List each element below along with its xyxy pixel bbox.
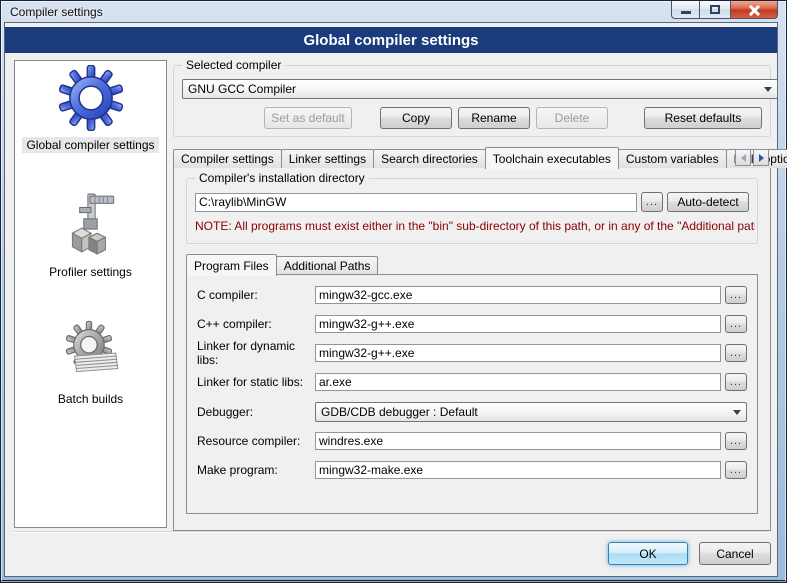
tab-scroll-right-button[interactable] [753, 149, 769, 166]
minimize-icon [681, 11, 691, 14]
installation-note: NOTE: All programs must exist either in … [195, 219, 755, 233]
main-panel: Selected compiler GNU GCC Compiler Set a… [173, 60, 773, 536]
selected-compiler-group: Selected compiler GNU GCC Compiler Set a… [173, 65, 771, 137]
installation-directory-legend: Compiler's installation directory [195, 171, 369, 185]
rename-button[interactable]: Rename [458, 107, 530, 129]
make-program-input[interactable] [315, 461, 721, 479]
reset-defaults-button[interactable]: Reset defaults [644, 107, 762, 129]
window-title: Compiler settings [10, 5, 103, 19]
resource-compiler-input[interactable] [315, 432, 721, 450]
caliper-icon [58, 192, 124, 258]
row-label: Make program: [197, 463, 315, 477]
c-compiler-input[interactable] [315, 286, 721, 304]
close-button[interactable] [731, 1, 778, 19]
chevron-down-icon [728, 404, 745, 420]
tab-custom-variables[interactable]: Custom variables [618, 149, 727, 168]
page-title: Global compiler settings [303, 32, 478, 49]
footer-buttons: OK Cancel [608, 542, 771, 565]
copy-button[interactable]: Copy [380, 107, 452, 129]
row-label: Debugger: [197, 405, 315, 419]
installation-directory-row: ... Auto-detect [195, 192, 749, 212]
chevron-down-icon [759, 81, 776, 97]
tab-linker-settings[interactable]: Linker settings [281, 149, 374, 168]
row-label: Linker for dynamic libs: [197, 339, 315, 367]
compiler-buttons-row: Set as default Copy Rename Delete Reset … [182, 107, 762, 129]
close-icon [748, 4, 760, 16]
tab-program-files[interactable]: Program Files [186, 254, 277, 276]
toolchain-row-c-compiler: C compiler: ... [197, 285, 747, 305]
row-label: Linker for static libs: [197, 375, 315, 389]
toolchain-row-dynamic-linker: Linker for dynamic libs: ... [197, 343, 747, 363]
sidebar-item-global-compiler-settings[interactable]: Global compiler settings [15, 61, 166, 188]
row-label: C compiler: [197, 288, 315, 302]
installation-directory-browse-button[interactable]: ... [641, 192, 663, 212]
tab-scroll-left-button[interactable] [735, 149, 751, 166]
tab-compiler-settings[interactable]: Compiler settings [173, 149, 282, 168]
arrow-right-icon [759, 154, 764, 162]
cpp-compiler-browse-button[interactable]: ... [725, 315, 747, 333]
compiler-settings-dialog: Compiler settings Global compiler settin… [0, 0, 787, 583]
maximize-button[interactable] [700, 1, 731, 19]
row-label: Resource compiler: [197, 434, 315, 448]
minimize-button[interactable] [671, 1, 700, 19]
page-header: Global compiler settings [5, 27, 777, 53]
resource-compiler-browse-button[interactable]: ... [725, 432, 747, 450]
installation-directory-input[interactable] [195, 193, 637, 212]
row-label: C++ compiler: [197, 317, 315, 331]
auto-detect-button[interactable]: Auto-detect [667, 192, 749, 212]
dialog-client-area: Global compiler settings [4, 22, 778, 577]
cpp-compiler-input[interactable] [315, 315, 721, 333]
compiler-select[interactable]: GNU GCC Compiler [182, 79, 778, 99]
tab-toolchain-executables[interactable]: Toolchain executables [485, 147, 619, 169]
settings-tabstrip: Compiler settings Linker settings Search… [173, 147, 733, 168]
make-program-browse-button[interactable]: ... [725, 461, 747, 479]
sidebar-item-label: Batch builds [54, 391, 127, 407]
toolchain-row-cpp-compiler: C++ compiler: ... [197, 314, 747, 334]
maximize-icon [710, 5, 720, 14]
program-files-panel: C compiler: ... C++ compiler: ... Linker… [186, 274, 758, 514]
selected-compiler-legend: Selected compiler [182, 58, 285, 72]
tab-search-directories[interactable]: Search directories [373, 149, 486, 168]
compiler-select-value: GNU GCC Compiler [188, 82, 296, 96]
debugger-select-value: GDB/CDB debugger : Default [321, 405, 478, 419]
delete-button[interactable]: Delete [536, 107, 608, 129]
toolchain-row-debugger: Debugger: GDB/CDB debugger : Default [197, 402, 747, 422]
tab-additional-paths[interactable]: Additional Paths [276, 256, 379, 275]
tab-scroll-buttons [733, 149, 769, 166]
footer-divider [13, 531, 769, 533]
static-linker-input[interactable] [315, 373, 721, 391]
set-as-default-button[interactable]: Set as default [264, 107, 352, 129]
c-compiler-browse-button[interactable]: ... [725, 286, 747, 304]
static-linker-browse-button[interactable]: ... [725, 373, 747, 391]
cancel-button[interactable]: Cancel [699, 542, 771, 565]
toolchain-row-make-program: Make program: ... [197, 460, 747, 480]
sidebar-item-label: Global compiler settings [22, 137, 158, 153]
installation-directory-group: Compiler's installation directory ... Au… [186, 178, 758, 244]
title-bar[interactable]: Compiler settings [1, 1, 786, 22]
ok-button[interactable]: OK [608, 542, 688, 565]
sidebar-item-profiler-settings[interactable]: Profiler settings [15, 188, 166, 315]
debugger-select[interactable]: GDB/CDB debugger : Default [315, 402, 747, 422]
toolchain-executables-panel: Compiler's installation directory ... Au… [173, 167, 771, 531]
toolchain-row-static-linker: Linker for static libs: ... [197, 372, 747, 392]
sidebar-item-batch-builds[interactable]: Batch builds [15, 315, 166, 442]
program-files-tabstrip: Program Files Additional Paths [186, 254, 377, 275]
blue-gear-icon [58, 65, 124, 131]
settings-category-list: Global compiler settings [14, 60, 167, 528]
arrow-left-icon [741, 154, 746, 162]
sidebar-item-label: Profiler settings [45, 264, 136, 280]
caption-buttons [671, 1, 778, 19]
dynamic-linker-browse-button[interactable]: ... [725, 344, 747, 362]
toolchain-row-resource-compiler: Resource compiler: ... [197, 431, 747, 451]
gear-stack-icon [58, 319, 124, 385]
dynamic-linker-input[interactable] [315, 344, 721, 362]
